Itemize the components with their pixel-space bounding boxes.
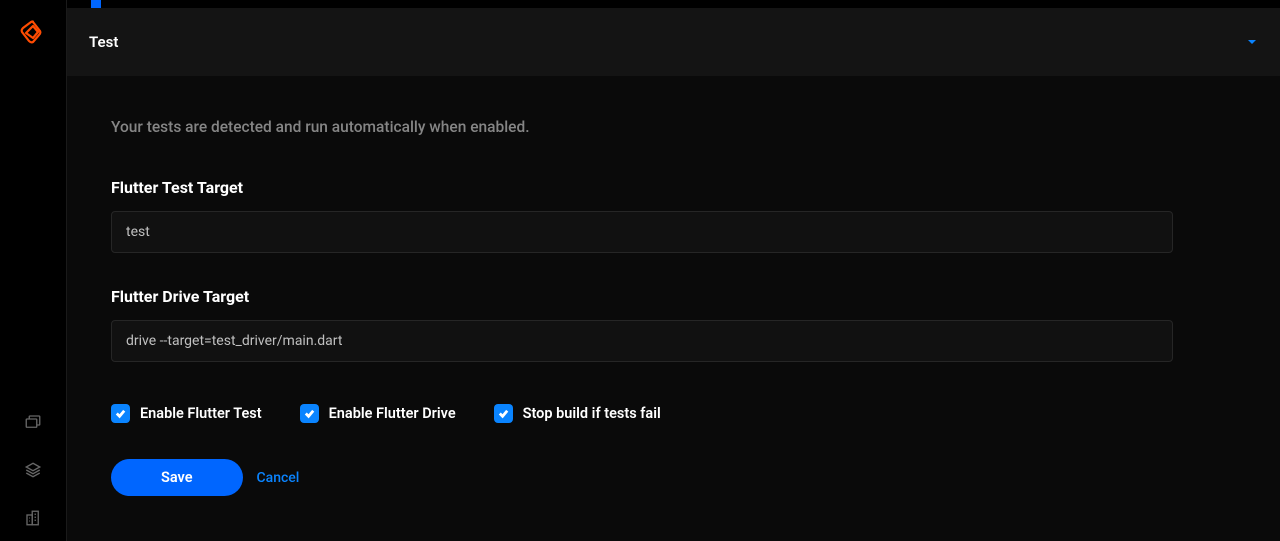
stop-on-fail-checkbox[interactable]: Stop build if tests fail (494, 404, 661, 423)
checkbox-icon (111, 404, 130, 423)
form-content: Your tests are detected and run automati… (67, 76, 1280, 541)
logo-icon[interactable] (18, 20, 48, 50)
caret-down-icon (1246, 33, 1258, 52)
flutter-drive-target-input[interactable] (111, 320, 1173, 362)
checkbox-row: Enable Flutter Test Enable Flutter Drive… (111, 404, 1236, 423)
form-description: Your tests are detected and run automati… (111, 118, 1236, 136)
layers-icon[interactable] (24, 461, 42, 479)
checkbox-label: Enable Flutter Test (140, 405, 262, 422)
active-tab-indicator (91, 0, 101, 8)
save-button[interactable]: Save (111, 459, 243, 496)
cancel-button[interactable]: Cancel (257, 470, 300, 486)
checkbox-icon (300, 404, 319, 423)
folders-icon[interactable] (24, 413, 42, 431)
section-title: Test (89, 33, 118, 51)
flutter-drive-target-label: Flutter Drive Target (111, 287, 1236, 306)
flutter-test-target-label: Flutter Test Target (111, 178, 1236, 197)
checkbox-icon (494, 404, 513, 423)
button-row: Save Cancel (111, 459, 1236, 496)
flutter-test-target-input[interactable] (111, 211, 1173, 253)
checkbox-label: Enable Flutter Drive (329, 405, 456, 422)
checkbox-label: Stop build if tests fail (523, 405, 661, 422)
flutter-drive-target-group: Flutter Drive Target (111, 287, 1236, 362)
enable-flutter-drive-checkbox[interactable]: Enable Flutter Drive (300, 404, 456, 423)
main-panel: Test Your tests are detected and run aut… (66, 0, 1280, 541)
enable-flutter-test-checkbox[interactable]: Enable Flutter Test (111, 404, 262, 423)
flutter-test-target-group: Flutter Test Target (111, 178, 1236, 253)
section-header[interactable]: Test (67, 8, 1280, 76)
buildings-icon[interactable] (24, 509, 42, 527)
sidebar (0, 0, 66, 541)
